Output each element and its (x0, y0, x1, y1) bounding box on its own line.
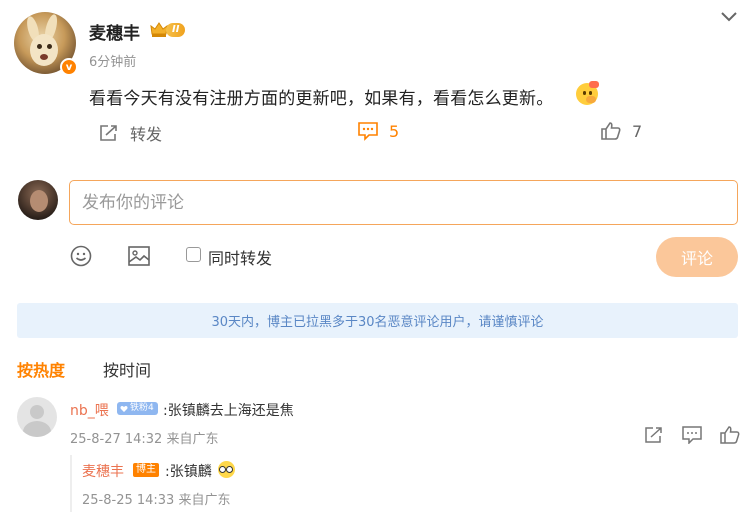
notice-banner: 30天内，博主已拉黑多于30名恶意评论用户，请谨慎评论 (17, 303, 738, 338)
image-icon[interactable] (127, 245, 151, 267)
comment-icon (358, 122, 378, 141)
glasses-emoji-icon (218, 461, 235, 478)
author-name[interactable]: 麦穗丰 (89, 19, 140, 44)
comment-button[interactable]: 5 (357, 121, 399, 141)
repost-checkbox-label[interactable]: 同时转发 (208, 245, 272, 269)
tab-sort-time[interactable]: 按时间 (103, 357, 151, 381)
reply-text: :张镇麟 (165, 464, 212, 480)
comment-actions (644, 426, 740, 444)
comment-icon[interactable] (682, 426, 702, 444)
my-avatar[interactable] (18, 180, 58, 220)
like-count: 7 (632, 121, 643, 141)
tab-sort-hot[interactable]: 按热度 (17, 357, 65, 381)
level-badge: II (166, 23, 186, 37)
post-text: 看看今天有没有注册方面的更新吧，如果有，看看怎么更新。 (89, 89, 554, 109)
fan-heart-icon (120, 405, 128, 412)
comment-input[interactable] (69, 180, 738, 225)
repost-icon (100, 125, 117, 141)
repost-checkbox[interactable] (186, 247, 201, 262)
reply-author-name[interactable]: 麦穗丰 (82, 461, 124, 481)
comment-text: :张镇麟去上海还是焦 (163, 403, 294, 419)
like-button[interactable]: 7 (600, 121, 642, 141)
reply-divider (70, 455, 72, 512)
repost-button[interactable]: 转发 (98, 121, 162, 145)
repost-label: 转发 (130, 125, 163, 144)
fan-badge-label: 铁粉4 (130, 403, 154, 413)
reply-meta: 25-8-25 14:33 来自广东 (82, 493, 231, 508)
commenter-avatar[interactable] (17, 397, 57, 437)
comment-count: 5 (389, 121, 400, 141)
owner-badge: 博主 (133, 463, 159, 477)
submit-comment-button[interactable]: 评论 (656, 237, 738, 277)
thumbs-up-icon (601, 122, 621, 140)
thumbs-up-icon[interactable] (720, 426, 740, 444)
repost-icon[interactable] (644, 426, 664, 444)
comment-meta: 25-8-27 14:32 来自广东 (70, 432, 219, 447)
verified-icon: v (60, 58, 78, 76)
commenter-name[interactable]: nb_喂 (70, 400, 109, 420)
thinking-emoji-icon (576, 81, 599, 105)
post-time[interactable]: 6分钟前 (89, 51, 136, 70)
chevron-down-icon[interactable] (720, 10, 738, 24)
fan-badge: 铁粉4 (117, 402, 158, 415)
emoji-icon[interactable] (70, 245, 92, 267)
